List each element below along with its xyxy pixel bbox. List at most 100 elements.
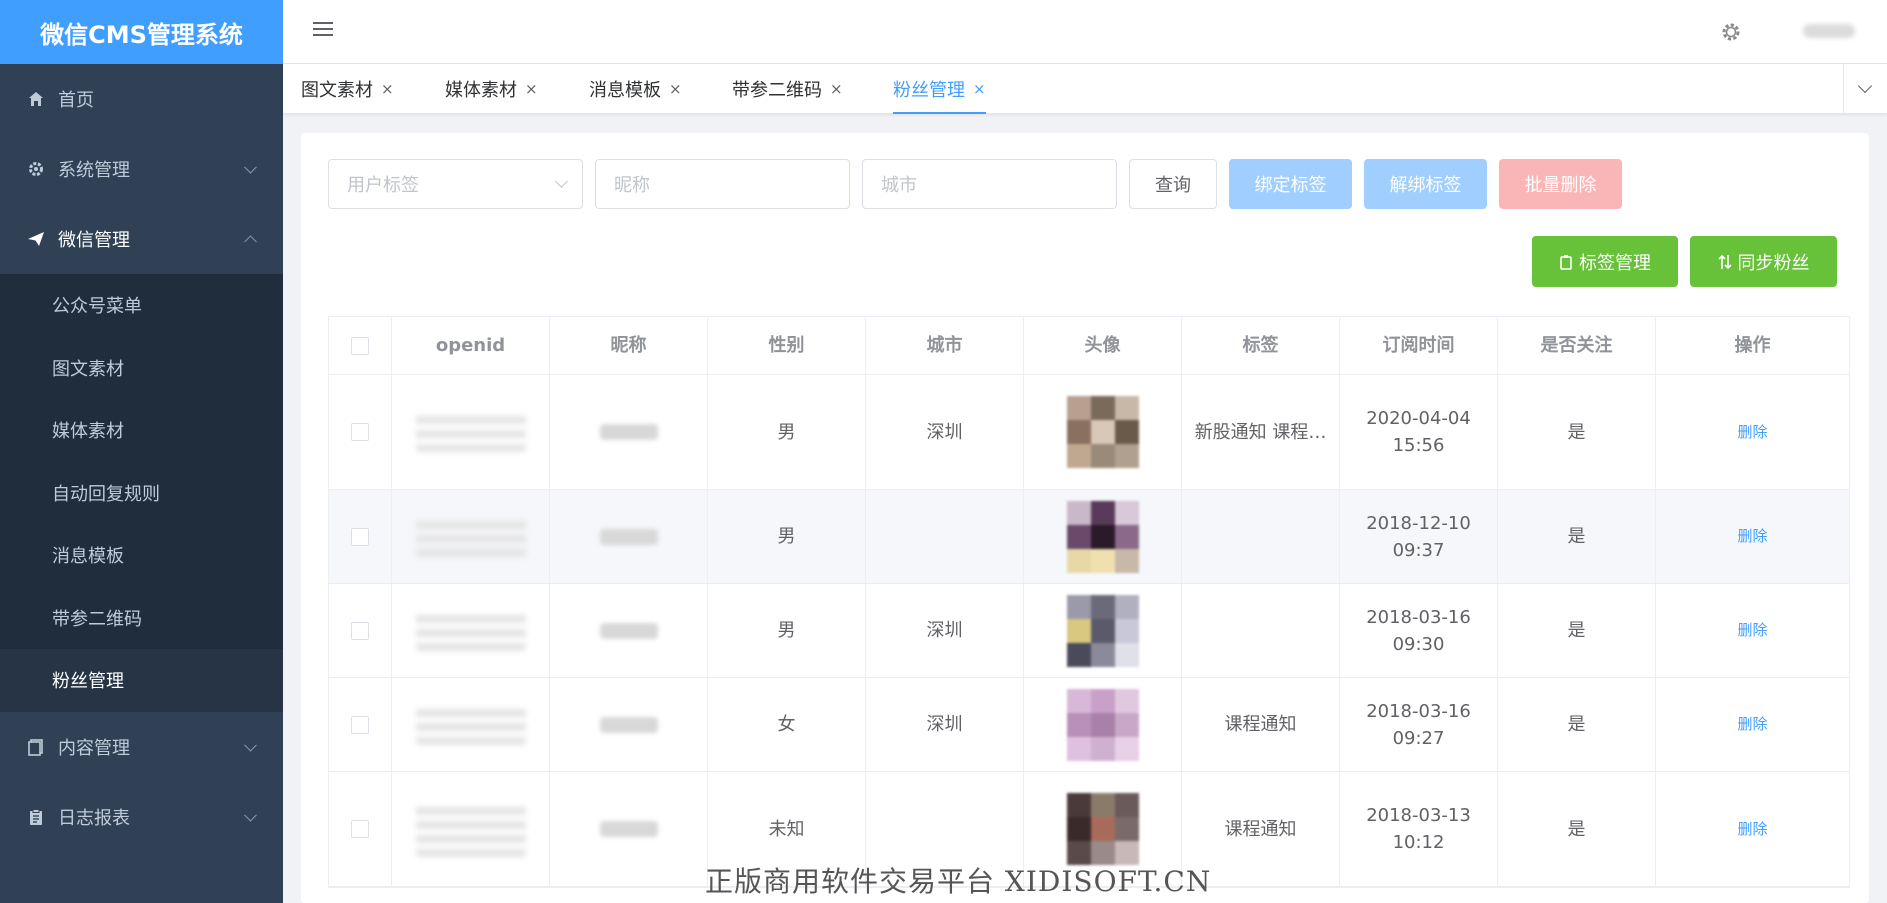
query-button[interactable]: 查询 <box>1129 159 1217 209</box>
col-followed: 是否关注 <box>1498 317 1656 374</box>
row-select-cell <box>329 678 392 771</box>
watermark-text: 正版商用软件交易平台 XIDISOFT.CN <box>705 865 1212 898</box>
followed-cell: 是 <box>1498 678 1656 771</box>
followed-cell: 是 <box>1498 490 1656 583</box>
row-checkbox[interactable] <box>351 715 369 734</box>
followed-cell: 是 <box>1498 772 1656 886</box>
tab-media[interactable]: 媒体素材 × <box>445 64 538 114</box>
delete-link[interactable]: 删除 <box>1737 525 1767 548</box>
city-cell: 深圳 <box>866 678 1024 771</box>
chevron-down-icon <box>244 160 257 174</box>
app-title: 微信CMS管理系统 <box>0 0 283 64</box>
top-header <box>283 0 1887 64</box>
openid-cell <box>392 375 550 489</box>
actions-cell: 删除 <box>1656 678 1849 771</box>
sidebar-item-qrcode[interactable]: 带参二维码 <box>0 587 283 650</box>
sidebar-item-home[interactable]: 首页 <box>0 64 283 134</box>
tab-qrcode[interactable]: 带参二维码 × <box>732 64 843 114</box>
tags-text: 课程通知 <box>1224 818 1297 840</box>
avatar-cell <box>1024 584 1182 677</box>
col-tags: 标签 <box>1182 317 1340 374</box>
sidebar-item-label: 微信管理 <box>58 230 130 251</box>
close-icon[interactable]: × <box>525 80 538 98</box>
tab-fans[interactable]: 粉丝管理 × <box>893 64 986 114</box>
batch-delete-button[interactable]: 批量删除 <box>1499 159 1622 209</box>
tab-label: 媒体素材 <box>445 80 517 101</box>
sidebar-item-menu[interactable]: 公众号菜单 <box>0 274 283 337</box>
nickname-blurred <box>599 821 658 837</box>
chevron-down-icon <box>555 175 568 188</box>
openid-blurred <box>415 516 526 557</box>
sidebar-item-system[interactable]: 系统管理 <box>0 134 283 204</box>
sort-arrows-icon <box>1717 254 1732 270</box>
gender-cell: 男 <box>708 490 866 583</box>
followed-cell: 是 <box>1498 375 1656 489</box>
tag-manage-label: 标签管理 <box>1579 252 1651 274</box>
nickname-blurred <box>599 424 658 440</box>
subscribe-time-cell: 2018-03-13 10:12 <box>1340 772 1498 886</box>
nickname-input[interactable]: 昵称 <box>595 159 850 209</box>
table-row: 男 深圳 2018-03-16 09:30 是 删除 <box>329 584 1849 678</box>
gender-cell: 男 <box>708 375 866 489</box>
close-icon[interactable]: × <box>973 80 986 98</box>
tab-label: 图文素材 <box>301 80 373 101</box>
delete-link[interactable]: 删除 <box>1737 713 1767 736</box>
col-avatar: 头像 <box>1024 317 1182 374</box>
row-checkbox[interactable] <box>351 621 369 640</box>
sidebar-item-label: 内容管理 <box>58 737 130 759</box>
city-input[interactable]: 城市 <box>862 159 1117 209</box>
sidebar-item-content[interactable]: 内容管理 <box>0 712 283 782</box>
hamburger-icon[interactable] <box>313 22 333 40</box>
content-card: 用户标签 昵称 城市 查询 绑定标签 解绑标签 批量删除 标签管理 同步粉丝 o… <box>301 133 1869 903</box>
subscribe-time-cell: 2018-03-16 09:27 <box>1340 678 1498 771</box>
delete-link[interactable]: 删除 <box>1737 818 1767 841</box>
select-all-checkbox[interactable] <box>351 336 369 355</box>
sidebar-item-logs[interactable]: 日志报表 <box>0 782 283 852</box>
user-name-blurred[interactable] <box>1803 24 1855 38</box>
sidebar-item-news[interactable]: 图文素材 <box>0 337 283 400</box>
gender-cell: 男 <box>708 584 866 677</box>
openid-cell <box>392 490 550 583</box>
unbind-tag-button[interactable]: 解绑标签 <box>1364 159 1487 209</box>
sync-fans-button[interactable]: 同步粉丝 <box>1690 236 1837 287</box>
tab-news[interactable]: 图文素材 × <box>301 64 394 114</box>
tag-select[interactable]: 用户标签 <box>328 159 583 209</box>
tab-template[interactable]: 消息模板 × <box>589 64 682 114</box>
sidebar-item-template[interactable]: 消息模板 <box>0 524 283 587</box>
city-placeholder: 城市 <box>881 175 917 196</box>
settings-gear-icon[interactable] <box>1719 20 1743 44</box>
col-gender: 性别 <box>708 317 866 374</box>
row-checkbox[interactable] <box>351 423 369 441</box>
table-row: 男 2018-12-10 09:37 是 删除 <box>329 490 1849 584</box>
tag-select-placeholder: 用户标签 <box>347 175 419 196</box>
tabs-dropdown-icon[interactable] <box>1843 64 1887 114</box>
row-select-cell <box>329 490 392 583</box>
close-icon[interactable]: × <box>830 80 843 98</box>
sync-fans-label: 同步粉丝 <box>1737 252 1810 274</box>
sidebar-item-wechat[interactable]: 微信管理 <box>0 204 283 274</box>
chevron-down-icon <box>244 738 257 752</box>
home-icon <box>26 89 46 109</box>
sidebar-item-media[interactable]: 媒体素材 <box>0 399 283 462</box>
fans-table: openid 昵称 性别 城市 头像 标签 订阅时间 是否关注 操作 男 深圳 … <box>328 316 1850 888</box>
row-checkbox[interactable] <box>351 527 369 546</box>
delete-link[interactable]: 删除 <box>1737 421 1767 444</box>
avatar-cell <box>1024 375 1182 489</box>
close-icon[interactable]: × <box>381 80 394 98</box>
delete-link[interactable]: 删除 <box>1737 619 1767 642</box>
sidebar-item-autoreply[interactable]: 自动回复规则 <box>0 462 283 525</box>
nickname-cell <box>550 490 708 583</box>
tab-label: 带参二维码 <box>732 80 822 101</box>
close-icon[interactable]: × <box>669 80 682 98</box>
bind-tag-button[interactable]: 绑定标签 <box>1229 159 1352 209</box>
table-row: 男 深圳 新股通知 课程… 2020-04-04 15:56 是 删除 <box>329 375 1849 490</box>
openid-blurred <box>415 801 526 857</box>
followed-cell: 是 <box>1498 584 1656 677</box>
nickname-blurred <box>599 622 658 639</box>
sidebar-item-fans[interactable]: 粉丝管理 <box>0 649 283 712</box>
row-checkbox[interactable] <box>351 820 369 838</box>
tags-cell <box>1182 584 1340 677</box>
nickname-cell <box>550 678 708 771</box>
tag-manage-button[interactable]: 标签管理 <box>1532 236 1678 287</box>
actions-cell: 删除 <box>1656 584 1849 677</box>
